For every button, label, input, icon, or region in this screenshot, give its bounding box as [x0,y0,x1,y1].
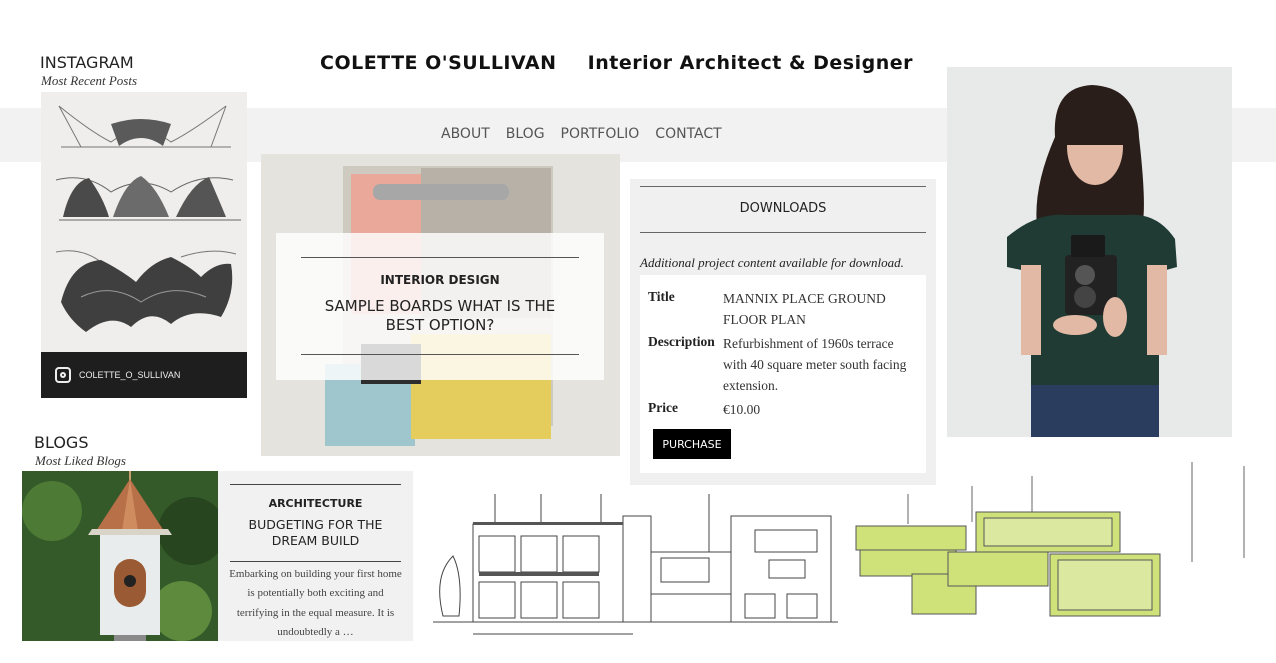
nav-item-portfolio[interactable]: PORTFOLIO [561,126,640,142]
download-title-label: Title [648,289,675,304]
main-nav: ABOUT BLOG PORTFOLIO CONTACT [441,126,722,142]
birdhouse-image [22,471,218,641]
divider [301,257,579,258]
blog-post-title[interactable]: BUDGETING FOR THE DREAM BUILD [228,517,403,550]
shelving-sketch[interactable] [852,462,1262,622]
nav-item-blog[interactable]: BLOG [506,126,545,142]
downloads-widget: DOWNLOADS Additional project content ava… [630,179,936,485]
post-category[interactable]: INTERIOR DESIGN [276,273,604,287]
modular-shelves-image [855,462,1245,617]
download-price-label: Price [648,400,678,415]
instagram-handle[interactable]: COLETTE_O_SULLIVAN [79,370,180,380]
blog-post-image[interactable] [22,471,218,641]
instagram-subheading: Most Recent Posts [41,73,138,88]
divider [640,232,926,233]
instagram-post[interactable]: COLETTE_O_SULLIVAN [41,92,247,398]
downloads-heading: DOWNLOADS [739,201,827,216]
download-title-value: MANNIX PLACE GROUND FLOOR PLAN [723,291,886,327]
nav-item-contact[interactable]: CONTACT [655,126,721,142]
designer-portrait [947,67,1232,437]
purchase-button[interactable]: PURCHASE [653,429,731,459]
divider [230,484,401,485]
download-price-value: €10.00 [723,402,761,417]
site-header: COLETTE O'SULLIVAN Interior Architect & … [320,52,913,74]
divider [640,186,926,187]
tensile-structure-sketch [55,105,241,332]
house-elevation-image [433,494,838,635]
download-description-value: Refurbishment of 1960s terrace with 40 s… [723,336,907,393]
site-tagline: Interior Architect & Designer [587,52,913,74]
instagram-heading: INSTAGRAM [40,53,134,72]
download-description-label: Description [648,334,715,349]
portrait-illustration [947,67,1232,437]
blogs-heading: BLOGS [34,433,89,452]
instagram-icon[interactable] [55,367,71,383]
instagram-footer[interactable]: COLETTE_O_SULLIVAN [41,352,247,398]
blog-post-excerpt: Embarking on building your first home is… [229,568,402,638]
blog-post-category[interactable]: ARCHITECTURE [218,497,413,510]
featured-post[interactable]: INTERIOR DESIGN SAMPLE BOARDS WHAT IS TH… [261,154,620,456]
post-title[interactable]: SAMPLE BOARDS WHAT IS THE BEST OPTION? [316,297,564,335]
blog-post-card[interactable]: ARCHITECTURE BUDGETING FOR THE DREAM BUI… [218,471,413,641]
downloads-intro: Additional project content available for… [640,255,904,270]
site-name[interactable]: COLETTE O'SULLIVAN [320,52,557,74]
featured-post-card[interactable]: INTERIOR DESIGN SAMPLE BOARDS WHAT IS TH… [276,233,604,380]
blogs-subheading: Most Liked Blogs [35,453,126,468]
elevation-drawing[interactable] [433,486,838,642]
download-item: Title MANNIX PLACE GROUND FLOOR PLAN Des… [640,275,926,473]
divider [230,561,401,562]
nav-item-about[interactable]: ABOUT [441,126,490,142]
divider [301,354,579,355]
